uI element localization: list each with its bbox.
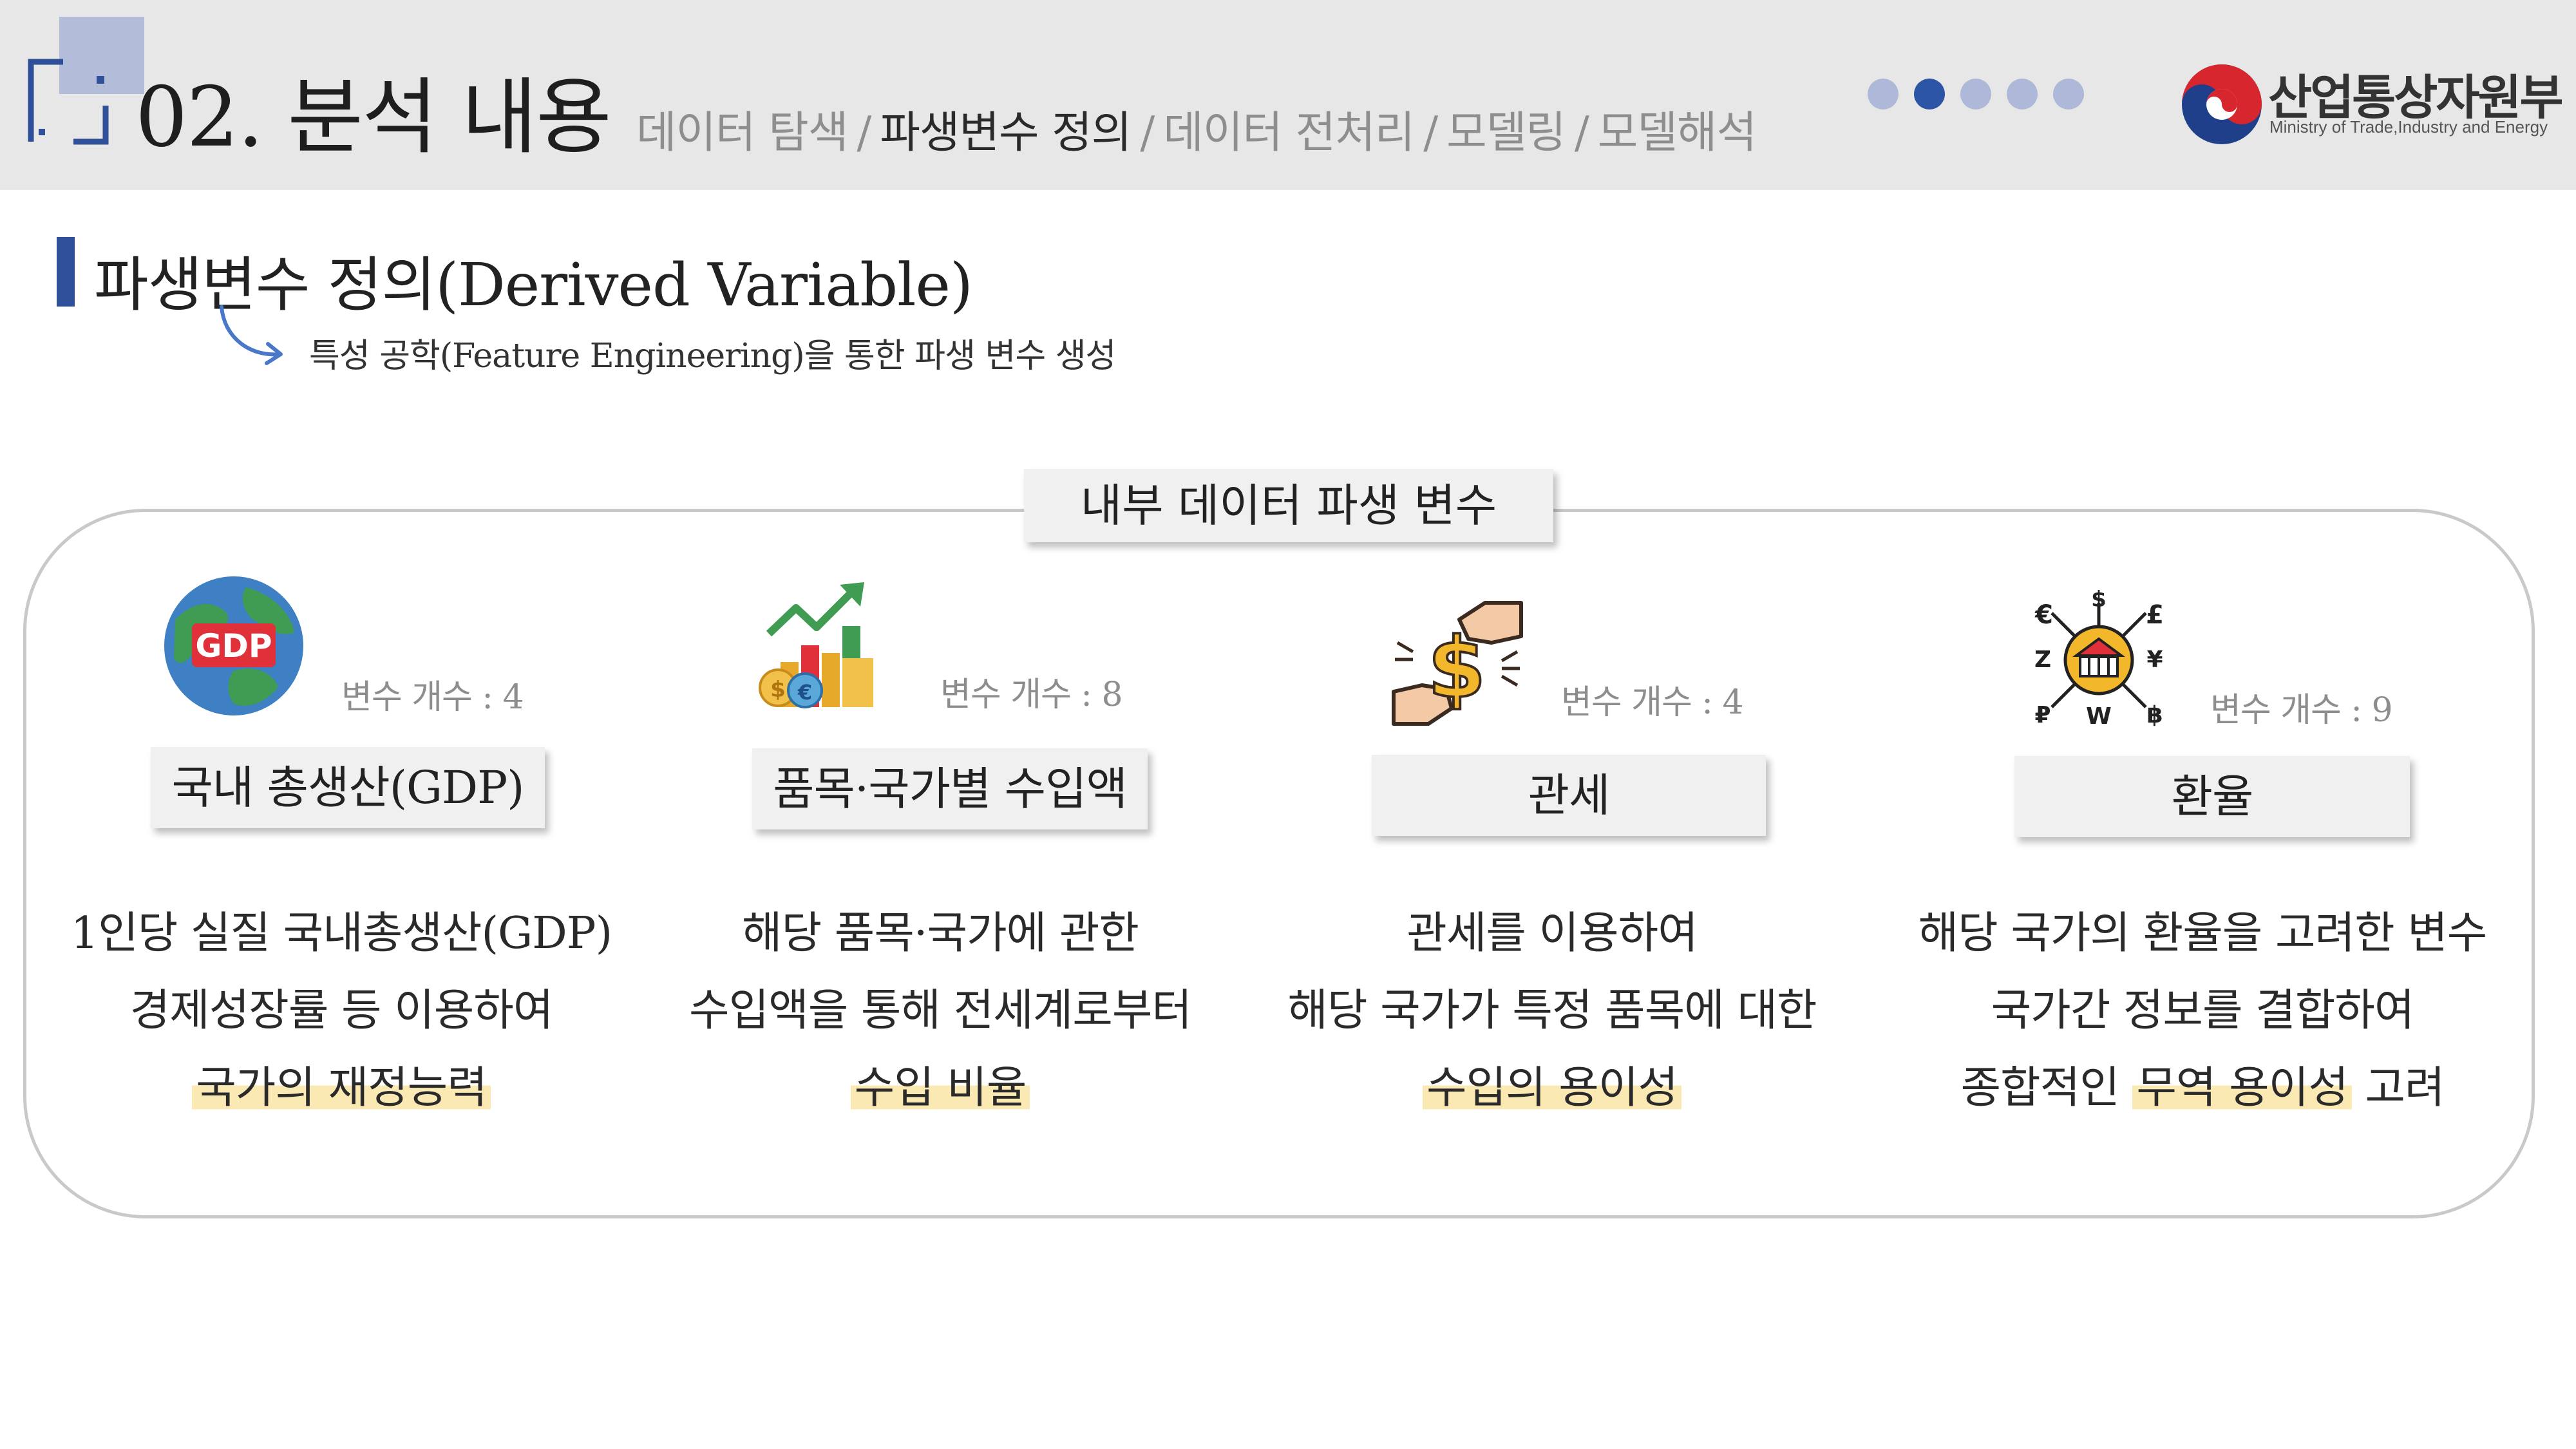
svg-text:$: $ [1428,619,1486,717]
breadcrumb-item-derived-variable[interactable]: 파생변수 정의 [880,108,1132,158]
highlight-text: 수입 비율 [850,1063,1030,1113]
variable-description-import-amount: 해당 품목·국가에 관한 수입액을 통해 전세계로부터 수입 비율 [650,895,1230,1127]
page-dot-active[interactable] [1914,79,1945,109]
money-exchange-hands-icon: $ [1392,601,1523,726]
svg-text:€: € [797,680,812,705]
page-indicator [1868,79,2084,109]
breadcrumb-item-model-interpretation[interactable]: 모델해석 [1598,108,1757,158]
description-line: 수입액을 통해 전세계로부터 [689,985,1192,1036]
svg-text:£: £ [2146,600,2164,630]
highlight-text: 수입의 용이성 [1423,1063,1681,1113]
variable-description-tariff: 관세를 이용하여 해당 국가가 특정 품목에 대한 수입의 용이성 [1262,895,1842,1127]
description-text: 종합적인 [1960,1063,2133,1113]
svg-text:€: € [2034,600,2053,630]
svg-text:₽: ₽ [2034,702,2050,728]
description-line: 수입의 용이성 [1262,1050,1842,1127]
page-dot[interactable] [2053,79,2084,109]
svg-text:฿: ฿ [2146,702,2163,728]
variable-count: 변수 개수 : 4 [341,678,524,717]
description-line: 해당 품목·국가에 관한 [742,908,1139,959]
svg-text:¥: ¥ [2146,647,2163,673]
page-dot[interactable] [1868,79,1899,109]
svg-text:$: $ [2091,587,2107,612]
variable-label-import-amount: 품목·국가별 수입액 [752,748,1148,829]
description-line: 종합적인 무역 용이성 고려 [1906,1050,2499,1127]
variable-description-gdp: 1인당 실질 국내총생산(GDP) 경제성장률 등 이용하여 국가의 재정능력 [52,895,631,1127]
description-line: 국가의 재정능력 [52,1050,631,1127]
ministry-logo-subtitle: Ministry of Trade,Industry and Energy [2269,117,2548,137]
description-text: 고려 [2351,1063,2445,1113]
highlight-text: 국가의 재정능력 [192,1063,491,1113]
currency-bank-icon: $ € £ Z ¥ ₽ W ฿ [2034,587,2164,730]
subsection-caption: 특성 공학(Feature Engineering)을 통한 파생 변수 생성 [309,337,1116,375]
curved-arrow-icon [220,305,283,365]
page-dot[interactable] [2007,79,2038,109]
description-line: 경제성장률 등 이용하여 [129,985,554,1036]
breadcrumb-separator: / [1140,108,1155,158]
highlight-text: 무역 용이성 [2132,1063,2352,1113]
bracket-decoration-icon [28,59,109,145]
svg-text:W: W [2086,703,2112,730]
panel-title: 내부 데이터 파생 변수 [1024,469,1553,542]
variable-count: 변수 개수 : 8 [940,676,1123,714]
variable-description-exchange-rate: 해당 국가의 환율을 고려한 변수 국가간 정보를 결합하여 종합적인 무역 용… [1906,895,2499,1127]
breadcrumb-separator: / [1574,108,1589,158]
svg-text:GDP: GDP [195,627,272,665]
breadcrumb-separator: / [857,108,871,158]
growth-chart-coins-icon: $ € [759,582,873,708]
breadcrumb: 데이터 탐색 / 파생변수 정의 / 데이터 전처리 / 모델링 / 모델해석 [636,97,1757,160]
description-line: 해당 국가가 특정 품목에 대한 [1287,985,1817,1036]
breadcrumb-item-preprocessing[interactable]: 데이터 전처리 [1163,108,1415,158]
breadcrumb-item-data-exploration[interactable]: 데이터 탐색 [636,108,848,158]
page-dot[interactable] [1960,79,1991,109]
variable-count: 변수 개수 : 9 [2210,691,2393,730]
ministry-emblem-icon [2182,64,2262,144]
description-line: 해당 국가의 환율을 고려한 변수 [1918,908,2488,959]
svg-text:Z: Z [2034,647,2051,673]
description-line: 1인당 실질 국내총생산(GDP) [70,908,612,959]
description-line: 국가간 정보를 결합하여 [1991,985,2415,1036]
variable-label-tariff: 관세 [1372,755,1766,836]
variable-label-exchange-rate: 환율 [2014,756,2410,837]
accent-bar [57,237,75,307]
description-line: 수입 비율 [650,1050,1230,1127]
section-title: 02. 분석 내용 [135,70,612,166]
breadcrumb-separator: / [1423,108,1438,158]
gdp-globe-icon: GDP [164,576,303,715]
description-line: 관세를 이용하여 [1406,908,1698,959]
variable-count: 변수 개수 : 4 [1561,683,1744,722]
svg-text:$: $ [770,677,786,703]
breadcrumb-item-modeling[interactable]: 모델링 [1446,108,1566,158]
variable-label-gdp: 국내 총생산(GDP) [151,747,545,828]
